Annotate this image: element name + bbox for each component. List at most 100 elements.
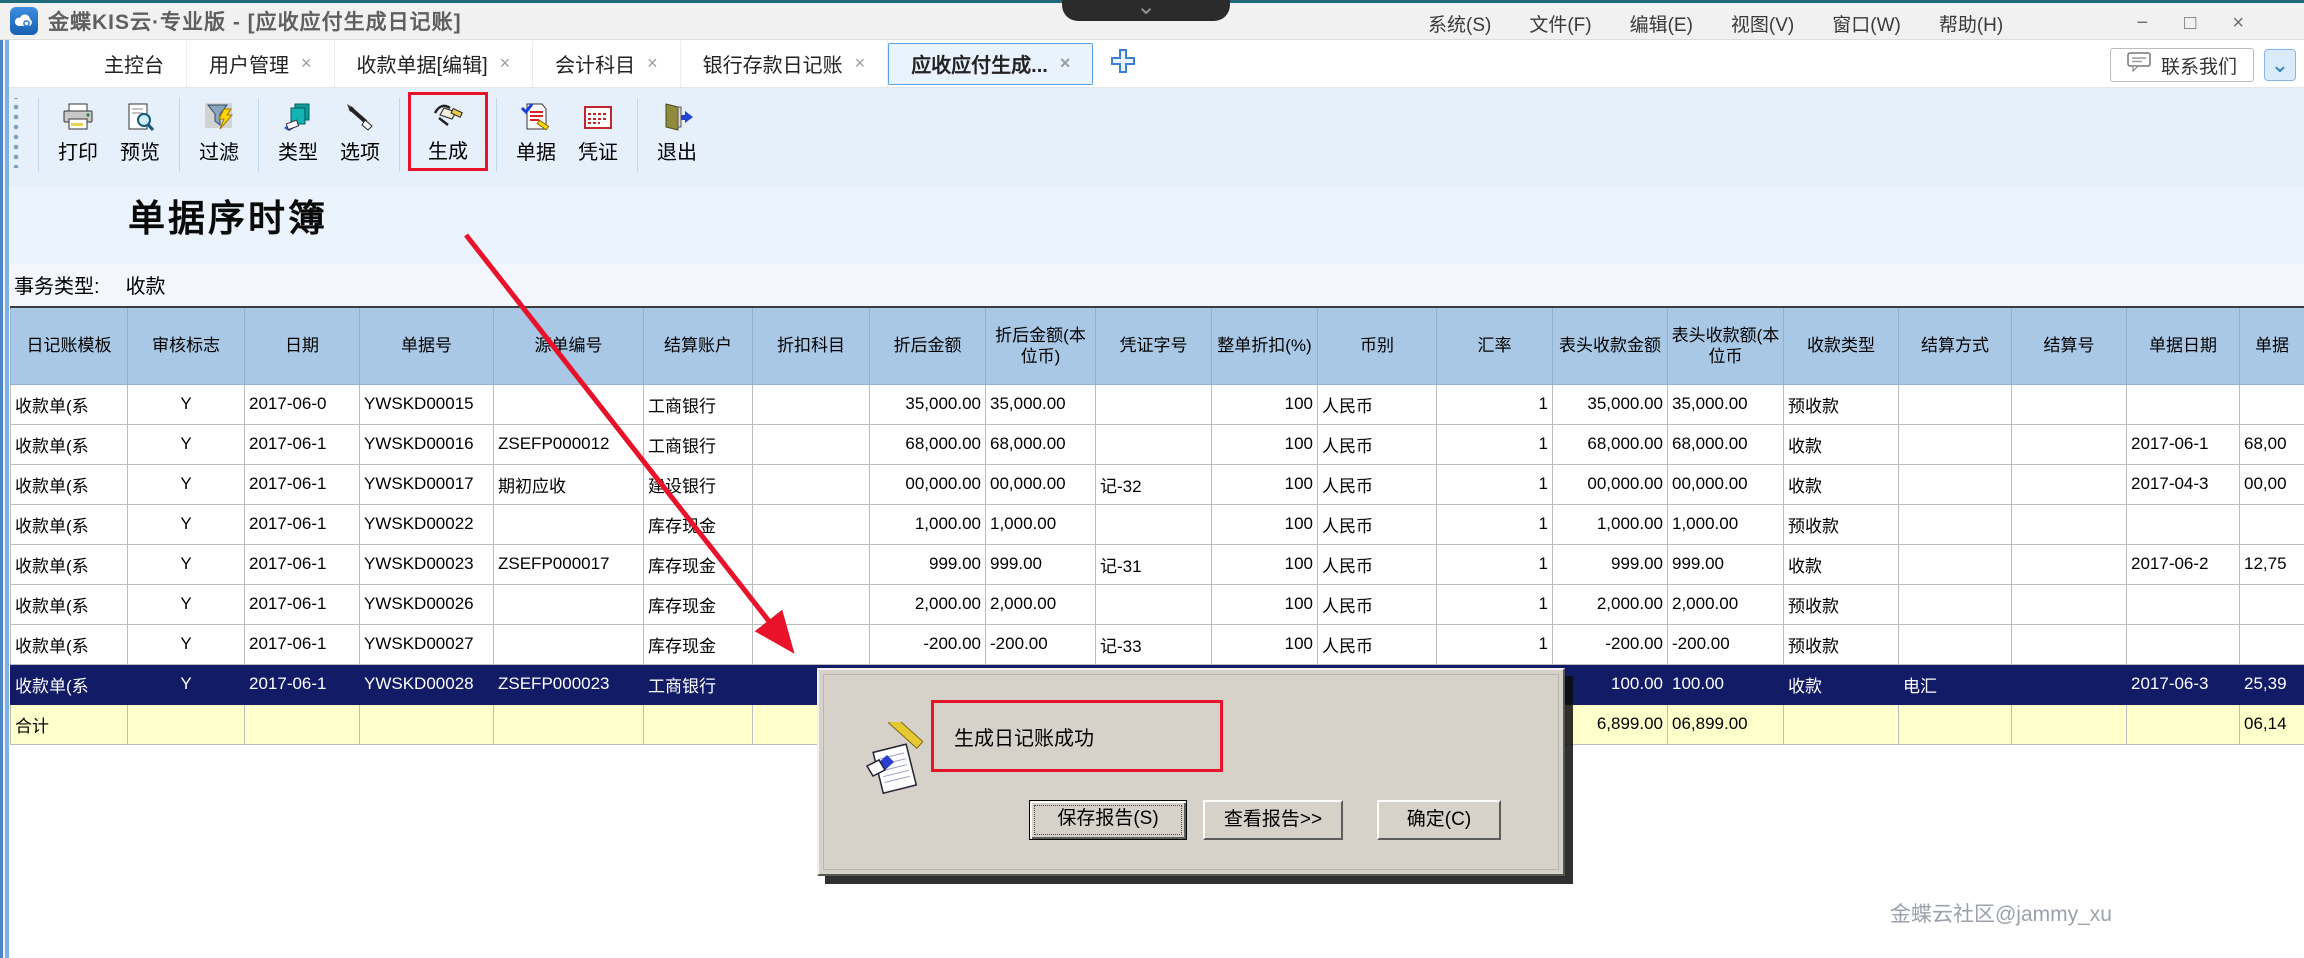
- table-cell[interactable]: 2017-06-1: [245, 504, 360, 544]
- table-cell[interactable]: -200.00: [1668, 624, 1784, 664]
- table-cell[interactable]: 1,000.00: [1553, 504, 1668, 544]
- table-cell[interactable]: [2012, 424, 2127, 464]
- table-row[interactable]: 收款单(系Y2017-06-1YWSKD00023ZSEFP000017库存现金…: [11, 544, 2304, 584]
- table-cell[interactable]: 建设银行: [644, 464, 753, 504]
- table-cell[interactable]: 100: [1212, 584, 1318, 624]
- table-cell[interactable]: [2127, 584, 2240, 624]
- table-cell[interactable]: Y: [128, 624, 245, 664]
- table-cell[interactable]: Y: [128, 544, 245, 584]
- table-cell[interactable]: 100.00: [1553, 664, 1668, 704]
- table-cell[interactable]: ZSEFP000012: [494, 424, 644, 464]
- preview-button[interactable]: 预览: [109, 98, 171, 165]
- table-cell[interactable]: [753, 424, 870, 464]
- maximize-button[interactable]: □: [2184, 12, 2196, 35]
- table-cell[interactable]: 库存现金: [644, 584, 753, 624]
- table-cell[interactable]: 工商银行: [644, 384, 753, 424]
- table-cell[interactable]: 库存现金: [644, 624, 753, 664]
- tab-ar-ap-generate[interactable]: 应收应付生成...×: [888, 43, 1093, 85]
- table-cell[interactable]: Y: [128, 504, 245, 544]
- table-cell[interactable]: 00,000.00: [870, 464, 986, 504]
- table-cell[interactable]: 100: [1212, 464, 1318, 504]
- table-cell[interactable]: Y: [128, 664, 245, 704]
- table-cell[interactable]: 收款单(系: [11, 504, 128, 544]
- table-cell[interactable]: 1: [1437, 384, 1553, 424]
- table-cell[interactable]: [2012, 584, 2127, 624]
- table-cell[interactable]: YWSKD00022: [360, 504, 494, 544]
- table-cell[interactable]: 68,000.00: [1668, 424, 1784, 464]
- table-cell[interactable]: 35,000.00: [870, 384, 986, 424]
- table-cell[interactable]: [753, 504, 870, 544]
- tab-receipt-edit[interactable]: 收款单据[编辑]×: [335, 41, 534, 87]
- type-button[interactable]: 类型: [267, 98, 329, 165]
- filter-button[interactable]: 过滤: [188, 98, 250, 165]
- table-cell[interactable]: Y: [128, 424, 245, 464]
- table-cell[interactable]: [2127, 504, 2240, 544]
- table-cell[interactable]: 2017-06-1: [245, 544, 360, 584]
- table-cell[interactable]: 35,000.00: [986, 384, 1096, 424]
- table-cell[interactable]: [1899, 584, 2012, 624]
- table-cell[interactable]: 1: [1437, 544, 1553, 584]
- table-cell[interactable]: [753, 544, 870, 584]
- table-cell[interactable]: 2017-06-1: [245, 664, 360, 704]
- menu-window[interactable]: 窗口(W): [1832, 10, 1901, 37]
- collapse-chevron-icon[interactable]: ⌄: [2264, 49, 2296, 81]
- table-cell[interactable]: Y: [128, 464, 245, 504]
- table-cell[interactable]: YWSKD00027: [360, 624, 494, 664]
- menu-view[interactable]: 视图(V): [1731, 10, 1794, 37]
- table-cell[interactable]: 999.00: [870, 544, 986, 584]
- table-cell[interactable]: [1096, 584, 1212, 624]
- table-row[interactable]: 收款单(系Y2017-06-1YWSKD00026库存现金2,000.002,0…: [11, 584, 2304, 624]
- table-cell[interactable]: YWSKD00015: [360, 384, 494, 424]
- table-cell[interactable]: 人民币: [1318, 624, 1437, 664]
- table-cell[interactable]: YWSKD00026: [360, 584, 494, 624]
- tab-close-icon[interactable]: ×: [301, 53, 312, 74]
- tab-close-icon[interactable]: ×: [500, 53, 511, 74]
- table-cell[interactable]: [1899, 544, 2012, 584]
- table-row[interactable]: 收款单(系Y2017-06-0YWSKD00015工商银行35,000.0035…: [11, 384, 2304, 424]
- table-cell[interactable]: 1,000.00: [870, 504, 986, 544]
- table-cell[interactable]: 收款单(系: [11, 664, 128, 704]
- table-cell[interactable]: [2127, 624, 2240, 664]
- menu-edit[interactable]: 编辑(E): [1630, 10, 1693, 37]
- table-cell[interactable]: 库存现金: [644, 504, 753, 544]
- table-cell[interactable]: [753, 624, 870, 664]
- table-cell[interactable]: 人民币: [1318, 584, 1437, 624]
- table-cell[interactable]: 25,39: [2240, 664, 2304, 704]
- save-report-button[interactable]: 保存报告(S): [1029, 800, 1187, 840]
- table-row[interactable]: 收款单(系Y2017-06-1YWSKD00017期初应收建设银行00,000.…: [11, 464, 2304, 504]
- table-cell[interactable]: [753, 584, 870, 624]
- tab-bank-journal[interactable]: 银行存款日记账×: [681, 41, 889, 87]
- table-cell[interactable]: 收款: [1784, 424, 1899, 464]
- generate-button[interactable]: 生成: [417, 97, 479, 164]
- table-cell[interactable]: 2017-06-1: [245, 584, 360, 624]
- exit-button[interactable]: 退出: [646, 98, 708, 165]
- table-cell[interactable]: 999.00: [1553, 544, 1668, 584]
- table-cell[interactable]: 记-32: [1096, 464, 1212, 504]
- table-cell[interactable]: [2012, 624, 2127, 664]
- table-cell[interactable]: 68,000.00: [870, 424, 986, 464]
- tab-main-console[interactable]: 主控台: [82, 41, 187, 87]
- table-cell[interactable]: 2,000.00: [870, 584, 986, 624]
- table-cell[interactable]: 收款单(系: [11, 584, 128, 624]
- table-cell[interactable]: 收款单(系: [11, 544, 128, 584]
- table-cell[interactable]: 2017-06-1: [245, 464, 360, 504]
- table-cell[interactable]: 人民币: [1318, 424, 1437, 464]
- table-cell[interactable]: YWSKD00016: [360, 424, 494, 464]
- table-cell[interactable]: [1899, 504, 2012, 544]
- table-row[interactable]: 收款单(系Y2017-06-1YWSKD00027库存现金-200.00-200…: [11, 624, 2304, 664]
- table-cell[interactable]: [2012, 384, 2127, 424]
- tab-close-icon[interactable]: ×: [855, 53, 866, 74]
- table-cell[interactable]: 2,000.00: [1668, 584, 1784, 624]
- table-cell[interactable]: 记-31: [1096, 544, 1212, 584]
- table-cell[interactable]: [2012, 464, 2127, 504]
- table-cell[interactable]: 00,00: [2240, 464, 2304, 504]
- table-cell[interactable]: 预收款: [1784, 504, 1899, 544]
- table-cell[interactable]: 00,000.00: [1553, 464, 1668, 504]
- table-cell[interactable]: [753, 464, 870, 504]
- tab-user-management[interactable]: 用户管理×: [187, 41, 335, 87]
- menu-system[interactable]: 系统(S): [1428, 10, 1491, 37]
- table-cell[interactable]: -200.00: [986, 624, 1096, 664]
- table-cell[interactable]: 人民币: [1318, 504, 1437, 544]
- table-cell[interactable]: [1899, 384, 2012, 424]
- table-cell[interactable]: 2017-06-0: [245, 384, 360, 424]
